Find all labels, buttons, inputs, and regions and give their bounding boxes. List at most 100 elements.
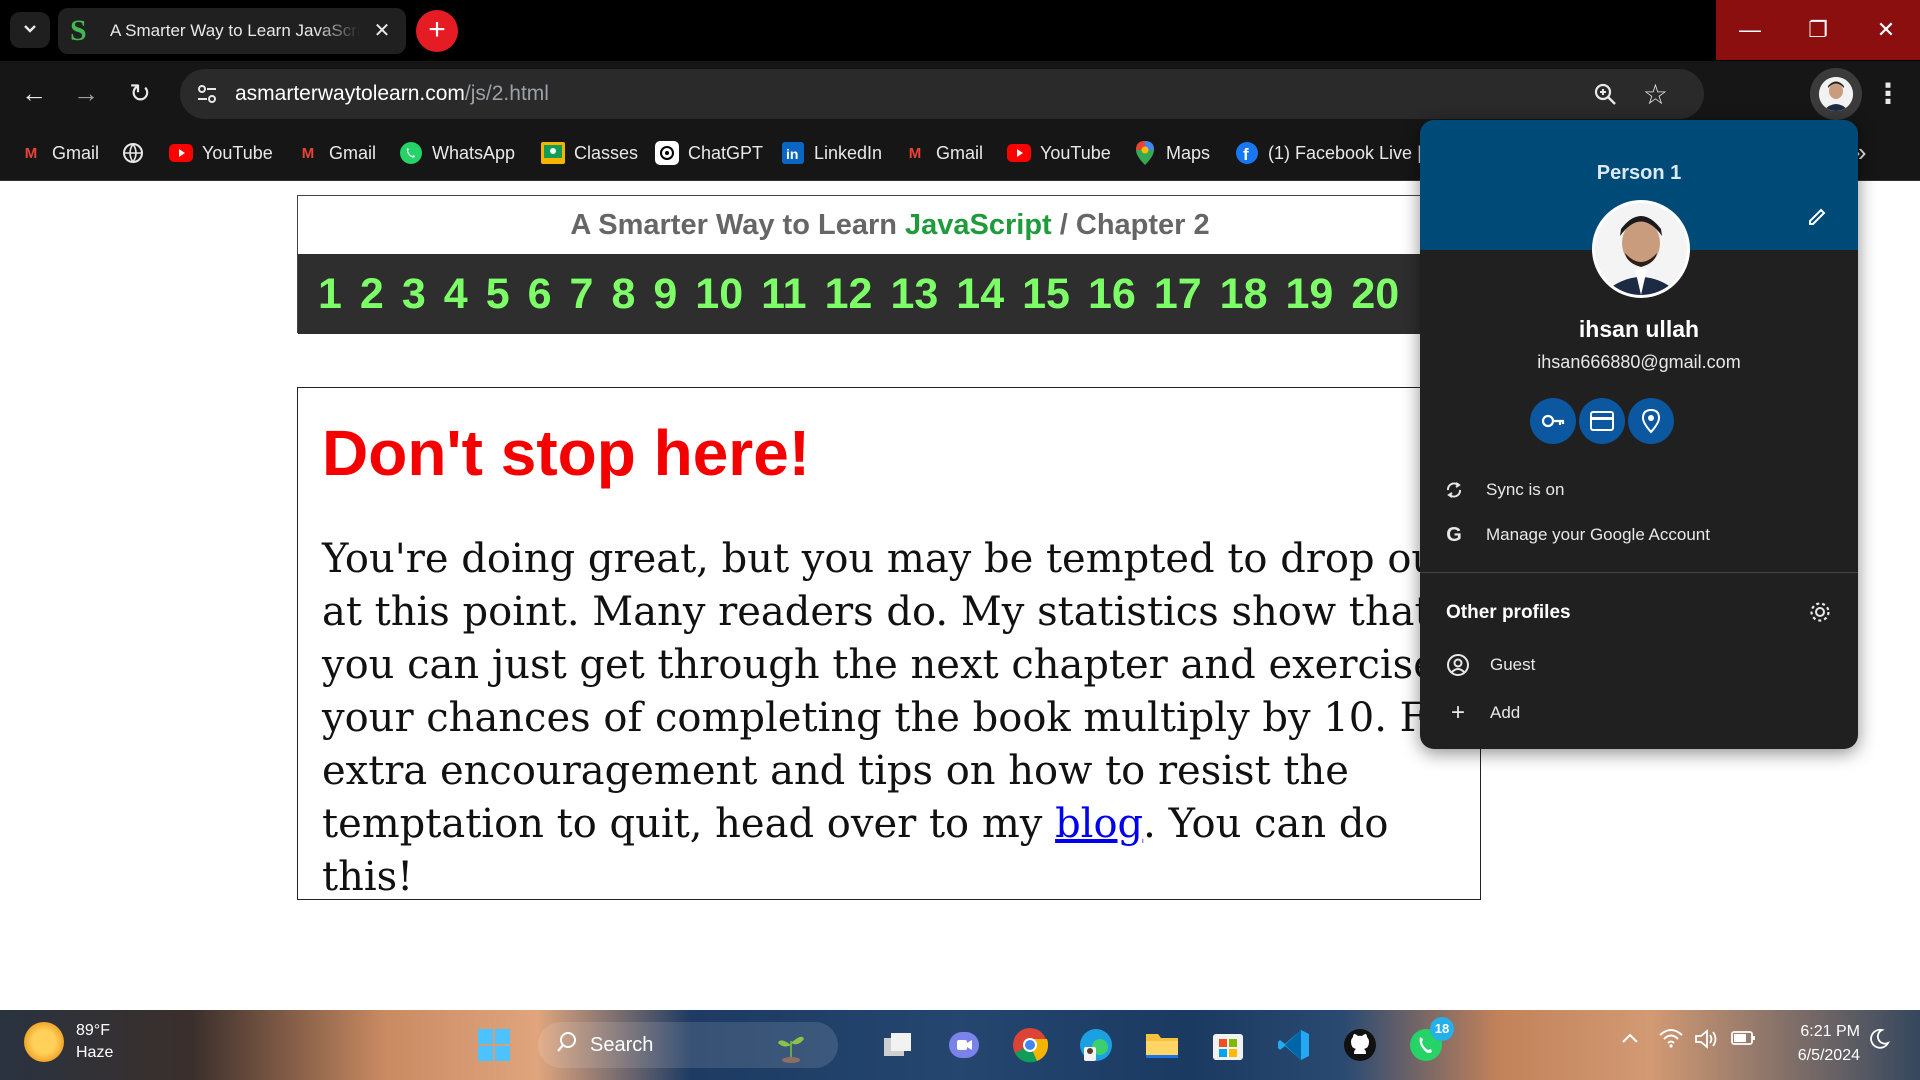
bookmark-gmail[interactable]: M Gmail [902, 137, 983, 169]
bookmark-whatsapp[interactable]: WhatsApp [398, 137, 515, 169]
chrome-icon[interactable] [1008, 1023, 1052, 1067]
edge-profile-icon[interactable] [1074, 1023, 1118, 1067]
file-explorer-icon[interactable] [1140, 1023, 1184, 1067]
reload-button[interactable]: ↻ [120, 73, 160, 113]
profile-email: ihsan666880@gmail.com [1537, 352, 1741, 372]
github-icon[interactable] [1338, 1023, 1382, 1067]
start-windows-icon[interactable] [472, 1023, 516, 1067]
payment-card-icon[interactable] [1579, 398, 1625, 444]
microsoft-store-icon[interactable] [1206, 1023, 1250, 1067]
add-profile[interactable]: + Add [1446, 698, 1520, 728]
title-prefix: A Smarter Way to Learn [570, 209, 906, 241]
chapter-link-20[interactable]: 20 [1351, 270, 1399, 319]
tab-search-button[interactable] [10, 12, 50, 48]
system-clock[interactable]: 6:21 PM 6/5/2024 [1770, 1020, 1860, 1068]
chapter-link-1[interactable]: 1 [318, 270, 342, 319]
bookmark-chatgpt[interactable]: ChatGPT [654, 137, 763, 169]
classroom-icon [540, 141, 566, 165]
chapter-link-18[interactable]: 18 [1220, 270, 1268, 319]
back-button[interactable]: ← [14, 73, 54, 113]
bookmark-globe[interactable] [120, 137, 154, 169]
chapter-link-13[interactable]: 13 [890, 270, 938, 319]
bookmark-maps[interactable]: Maps [1132, 137, 1210, 169]
avatar [1819, 77, 1853, 111]
chapter-link-6[interactable]: 6 [528, 270, 552, 319]
passwords-key-icon[interactable] [1530, 398, 1576, 444]
chapter-link-7[interactable]: 7 [570, 270, 594, 319]
chapter-link-17[interactable]: 17 [1154, 270, 1202, 319]
bookmark-facebook[interactable]: f (1) Facebook Live | [1234, 137, 1422, 169]
chapter-link-8[interactable]: 8 [611, 270, 635, 319]
chapter-link-16[interactable]: 16 [1088, 270, 1136, 319]
chapter-link-19[interactable]: 19 [1286, 270, 1334, 319]
search-icon [556, 1031, 578, 1059]
forward-button[interactable]: → [66, 73, 106, 113]
url-text[interactable]: asmarterwaytolearn.com/js/2.html [235, 82, 549, 106]
search-label: Search [590, 1033, 654, 1056]
battery-icon[interactable] [1730, 1028, 1758, 1054]
sync-status[interactable]: Sync is on [1442, 475, 1564, 505]
zoom-icon[interactable] [1592, 81, 1618, 112]
chapter-link-15[interactable]: 15 [1022, 270, 1070, 319]
tab-title: A Smarter Way to Learn JavaScript [110, 21, 360, 40]
chapter-link-5[interactable]: 5 [486, 270, 510, 319]
minimize-button[interactable]: — [1716, 0, 1784, 60]
chapter-link-9[interactable]: 9 [653, 270, 677, 319]
bookmark-youtube[interactable]: YouTube [168, 137, 273, 169]
bookmark-label: YouTube [1040, 142, 1111, 163]
title-javascript: JavaScript [905, 209, 1052, 241]
chapter-link-11[interactable]: 11 [761, 270, 806, 319]
bookmark-label: (1) Facebook Live | [1268, 142, 1422, 163]
chapter-link-2[interactable]: 2 [360, 270, 384, 319]
wifi-icon[interactable] [1658, 1028, 1684, 1054]
weather-widget[interactable]: 89°F Haze [24, 1020, 113, 1064]
volume-icon[interactable] [1694, 1028, 1720, 1056]
site-settings-icon[interactable] [194, 81, 220, 107]
chapter-link-10[interactable]: 10 [695, 270, 743, 319]
chapter-link-4[interactable]: 4 [444, 270, 468, 319]
bookmark-gmail[interactable]: M Gmail [295, 137, 376, 169]
taskbar-search[interactable]: Search [538, 1022, 838, 1068]
teams-meet-icon[interactable] [942, 1023, 986, 1067]
tray-chevron-up-icon[interactable] [1620, 1028, 1640, 1051]
vscode-icon[interactable] [1272, 1023, 1316, 1067]
address-bar[interactable]: asmarterwaytolearn.com/js/2.html ☆ [180, 69, 1704, 119]
gmail-icon: M [908, 144, 922, 162]
task-view-icon[interactable] [876, 1023, 920, 1067]
bookmark-label: Gmail [329, 142, 377, 163]
new-tab-button[interactable]: + [416, 10, 458, 52]
chapter-link-3[interactable]: 3 [402, 270, 426, 319]
gear-icon[interactable] [1808, 600, 1832, 629]
whatsapp-taskbar-icon[interactable]: 18 [1404, 1017, 1454, 1067]
edit-pencil-icon[interactable] [1806, 206, 1828, 234]
blog-link[interactable]: blog [1055, 801, 1143, 847]
chapter-link-14[interactable]: 14 [956, 270, 1004, 319]
bookmark-linkedin[interactable]: in LinkedIn [780, 137, 882, 169]
guest-profile[interactable]: Guest [1446, 650, 1535, 680]
maximize-button[interactable]: ❐ [1784, 0, 1852, 60]
bookmark-gmail[interactable]: M Gmail [18, 137, 99, 169]
youtube-icon [168, 141, 194, 165]
chatgpt-icon [654, 141, 680, 165]
bookmark-classes[interactable]: Classes [540, 137, 638, 169]
manage-google-account[interactable]: G Manage your Google Account [1442, 520, 1710, 550]
tab-favicon-icon: S [70, 14, 87, 47]
chrome-menu-button[interactable]: ⋮ [1870, 75, 1906, 113]
notifications-moon-icon[interactable] [1868, 1028, 1891, 1056]
clock-time: 6:21 PM [1800, 1023, 1860, 1040]
address-pin-icon[interactable] [1628, 398, 1674, 444]
profile-button[interactable] [1810, 68, 1862, 120]
chapter-navigation: 1 2 3 4 5 6 7 8 9 10 11 12 13 14 15 16 17 18 19 20 [298, 254, 1482, 334]
bookmark-label: WhatsApp [432, 142, 516, 163]
avatar [1592, 200, 1690, 298]
active-tab[interactable]: S A Smarter Way to Learn JavaScript ✕ [58, 8, 406, 54]
bookmark-star-icon[interactable]: ☆ [1643, 78, 1668, 111]
encouragement-box: Don't stop here! You're doing great, but… [297, 387, 1481, 900]
bookmark-youtube[interactable]: YouTube [1006, 137, 1111, 169]
notification-badge: 18 [1430, 1017, 1454, 1041]
close-tab-icon[interactable]: ✕ [370, 19, 394, 43]
close-window-button[interactable]: ✕ [1852, 0, 1920, 60]
maps-icon [1132, 141, 1158, 165]
plus-icon: + [1450, 699, 1465, 726]
chapter-link-12[interactable]: 12 [825, 270, 873, 319]
